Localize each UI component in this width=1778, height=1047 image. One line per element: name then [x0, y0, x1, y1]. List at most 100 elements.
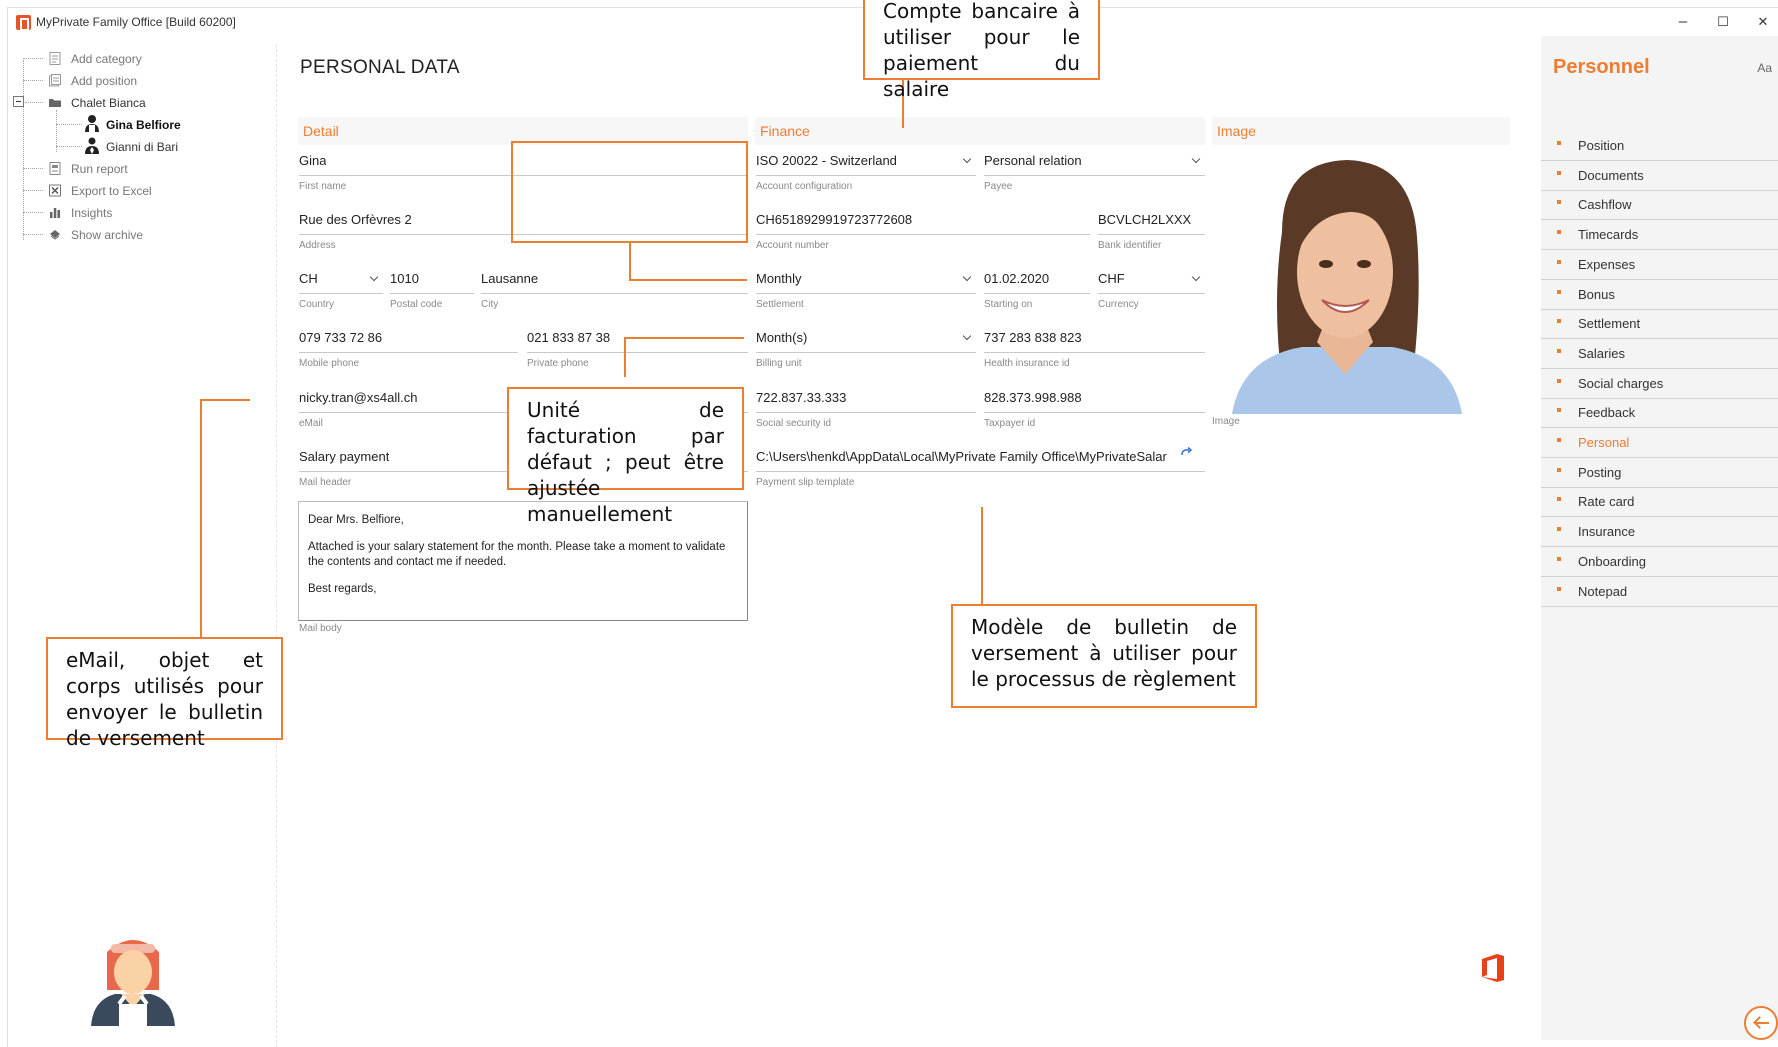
callout-bank-account: Compte bancaire à utiliser pour le paiem…	[863, 0, 1100, 101]
excel-icon	[49, 184, 61, 197]
bar-chart-icon	[50, 208, 60, 218]
bullet-icon	[1557, 289, 1561, 294]
menu-item-label: Position	[1578, 138, 1625, 153]
tree-connector	[56, 146, 82, 147]
payee-label: Payee	[984, 181, 1013, 192]
menu-item-feedback[interactable]: Feedback	[1541, 399, 1778, 429]
mail-header-label: Mail header	[299, 477, 352, 488]
private-phone-field[interactable]: 021 833 87 38 Private phone	[527, 330, 748, 370]
mail-body-textarea[interactable]: Dear Mrs. Belfiore, Attached is your sal…	[298, 501, 748, 621]
billing-unit-select[interactable]: Month(s) Billing unit	[756, 330, 976, 370]
city-field[interactable]: Lausanne City	[481, 271, 748, 311]
minimize-button[interactable]: –	[1668, 11, 1698, 33]
payment-slip-template-label: Payment slip template	[756, 477, 855, 488]
menu-item-bonus[interactable]: Bonus	[1541, 281, 1778, 310]
report-icon	[49, 162, 61, 175]
bullet-icon	[1557, 556, 1561, 561]
bullet-icon	[1557, 408, 1561, 413]
bullet-icon	[1557, 319, 1561, 324]
field-underline	[299, 352, 518, 353]
tree-item-label: Export to Excel	[71, 184, 152, 198]
tree-collapse-toggle[interactable]	[13, 96, 24, 107]
back-arrow-button[interactable]	[1744, 1006, 1778, 1040]
health-insurance-id-label: Health insurance id	[984, 358, 1070, 369]
first-name-value: Gina	[299, 153, 327, 168]
menu-item-label: Social charges	[1578, 375, 1664, 391]
chevron-down-icon[interactable]	[369, 273, 379, 283]
currency-label: Currency	[1098, 299, 1139, 310]
tree-item-label: Add position	[71, 74, 138, 88]
page-title: PERSONAL DATA	[300, 57, 460, 78]
email-value: nicky.tran@xs4all.ch	[299, 390, 418, 405]
field-underline	[756, 352, 976, 353]
maximize-button[interactable]: ☐	[1708, 11, 1738, 33]
menu-item-label: Bonus	[1578, 286, 1615, 302]
chevron-down-icon[interactable]	[962, 332, 972, 342]
bullet-icon	[1557, 438, 1561, 442]
chevron-down-icon[interactable]	[962, 273, 972, 283]
first-name-label: First name	[299, 181, 347, 192]
private-phone-label: Private phone	[527, 358, 589, 369]
account-configuration-select[interactable]: ISO 20022 - Switzerland Account configur…	[756, 153, 976, 193]
menu-item-salaries[interactable]: Salaries	[1541, 340, 1778, 369]
menu-item-label: Rate card	[1578, 494, 1635, 510]
field-underline	[984, 293, 1090, 294]
tree-item-label: Show archive	[71, 228, 144, 242]
postal-code-field[interactable]: 1010 Postal code	[390, 271, 474, 311]
employee-photo[interactable]	[1212, 152, 1478, 414]
bank-identifier-field[interactable]: BCVLCH2LXXX Bank identifier	[1098, 212, 1205, 252]
health-insurance-id-value: 737 283 838 823	[984, 330, 1082, 345]
field-underline	[756, 293, 976, 294]
menu-item-label: Posting	[1578, 464, 1622, 480]
starting-on-field[interactable]: 01.02.2020 Starting on	[984, 271, 1090, 311]
menu-item-label: Salaries	[1578, 345, 1625, 361]
taxpayer-id-field[interactable]: 828.373.998.988 Taxpayer id	[984, 390, 1205, 430]
field-underline	[481, 293, 748, 294]
payee-select[interactable]: Personal relation Payee	[984, 153, 1205, 193]
social-security-id-field[interactable]: 722.837.33.333 Social security id	[756, 390, 976, 430]
menu-item-cashflow[interactable]: Cashflow	[1541, 191, 1778, 221]
bank-identifier-label: Bank identifier	[1098, 240, 1162, 251]
settlement-label: Settlement	[756, 299, 804, 310]
email-label: eMail	[299, 418, 323, 429]
close-button[interactable]: ✕	[1748, 11, 1778, 33]
bullet-icon	[1557, 378, 1561, 383]
callout-connector	[629, 243, 631, 281]
bullet-icon	[1557, 497, 1561, 502]
chevron-down-icon[interactable]	[1191, 273, 1201, 283]
tree-item-label: Gianni di Bari	[106, 140, 179, 154]
menu-item-settlement[interactable]: Settlement	[1541, 310, 1778, 340]
menu-item-notepad[interactable]: Notepad	[1541, 578, 1778, 607]
menu-item-posting[interactable]: Posting	[1541, 459, 1778, 488]
settlement-select[interactable]: Monthly Settlement	[756, 271, 976, 311]
bullet-icon	[1557, 527, 1561, 532]
browse-file-icon[interactable]	[1180, 447, 1194, 459]
panel-title: Personnel	[1553, 56, 1650, 78]
chevron-down-icon[interactable]	[962, 155, 972, 165]
menu-item-label: Timecards	[1578, 227, 1639, 243]
menu-item-personal[interactable]: Personal	[1541, 429, 1778, 458]
menu-item-timecards[interactable]: Timecards	[1541, 221, 1778, 251]
postal-code-label: Postal code	[390, 299, 443, 310]
menu-item-social-charges[interactable]: Social charges	[1541, 370, 1778, 399]
payment-slip-template-field[interactable]: C:\Users\henkd\AppData\Local\MyPrivate F…	[756, 447, 1205, 489]
menu-item-documents[interactable]: Documents	[1541, 162, 1778, 191]
bullet-icon	[1557, 259, 1561, 264]
menu-item-label: Expenses	[1578, 256, 1636, 272]
chevron-down-icon[interactable]	[1191, 155, 1201, 165]
add-category-icon	[49, 52, 61, 65]
menu-item-rate-card[interactable]: Rate card	[1541, 488, 1778, 518]
mobile-phone-field[interactable]: 079 733 72 86 Mobile phone	[299, 330, 518, 370]
menu-item-position[interactable]: Position	[1541, 132, 1778, 161]
country-select[interactable]: CH Country	[299, 271, 383, 311]
menu-item-insurance[interactable]: Insurance	[1541, 518, 1778, 548]
health-insurance-id-field[interactable]: 737 283 838 823 Health insurance id	[984, 330, 1205, 370]
menu-item-onboarding[interactable]: Onboarding	[1541, 548, 1778, 577]
menu-item-expenses[interactable]: Expenses	[1541, 251, 1778, 280]
portrait-image-icon	[1212, 152, 1478, 414]
highlight-empty-box	[511, 141, 748, 243]
account-number-field[interactable]: CH6518929919723772608 Account number	[756, 212, 1090, 252]
field-underline	[1098, 234, 1205, 235]
font-size-toggle[interactable]: Aa	[1757, 61, 1772, 75]
currency-select[interactable]: CHF Currency	[1098, 271, 1205, 311]
